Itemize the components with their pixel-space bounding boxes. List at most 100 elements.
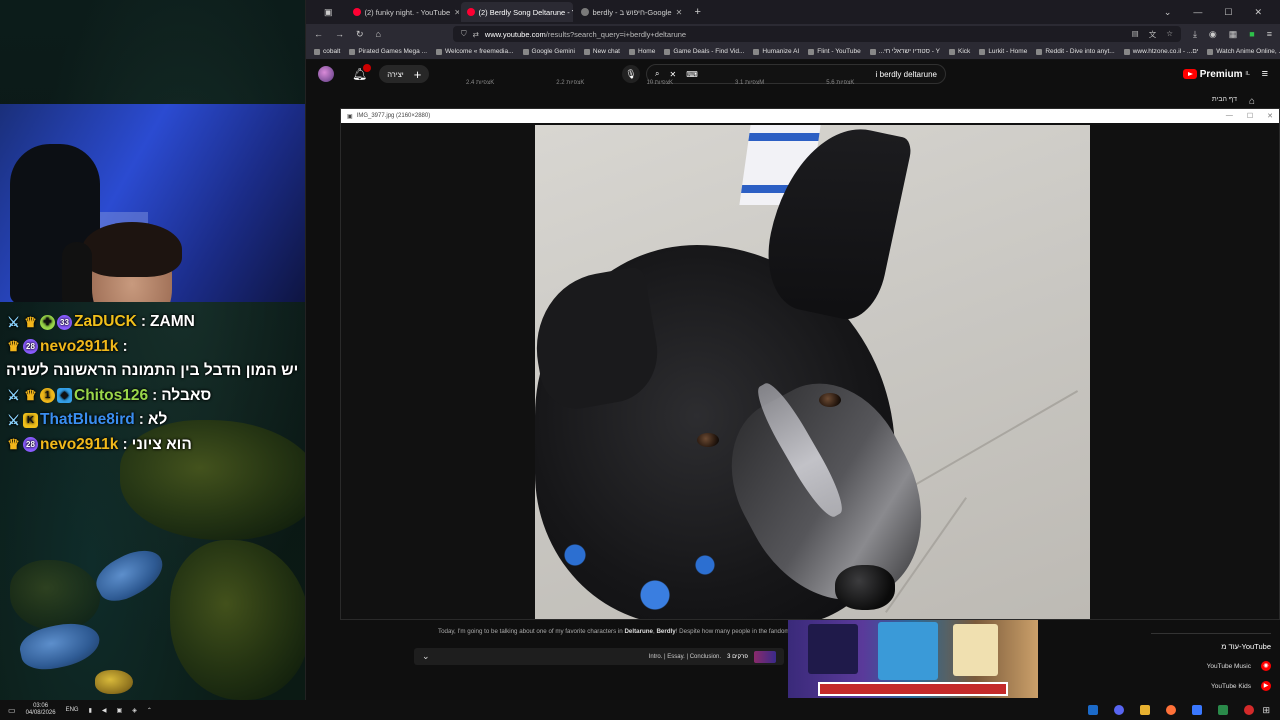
tab-list-icon[interactable]: ▣: [324, 7, 333, 18]
more-from-youtube: עוד מ-YouTube YouTube Music ◉ YouTube Ki…: [1151, 633, 1271, 691]
bookmark-item[interactable]: New chat: [583, 48, 620, 55]
character-sprite: [878, 622, 938, 680]
create-button[interactable]: יצירה +: [379, 65, 430, 83]
tab-label: berdly - חיפוש ב-Google: [592, 7, 672, 17]
video-views-strip: צפיות 2.4K צפיות 2.2K צפיות 10K צפיות 3.1M צ…: [466, 80, 854, 86]
chat-message: ⚔ ♛ 1 ◆ Chitos126: סאבלה: [6, 384, 304, 409]
chevron-down-icon[interactable]: ⌄: [1164, 7, 1172, 18]
obs-icon[interactable]: [1244, 705, 1254, 715]
tab-berdly-google[interactable]: berdly - חיפוש ב-Google ✕: [575, 2, 687, 22]
menu-icon[interactable]: ≡: [1267, 29, 1272, 39]
extension-icon[interactable]: ■: [1249, 29, 1254, 39]
bookmark-item[interactable]: Welcome « freemedia...: [436, 48, 514, 55]
close-window-button[interactable]: ✕: [1254, 7, 1262, 18]
extension-icon[interactable]: ◉: [1209, 29, 1217, 40]
video-views: צפיות 5.6K: [826, 80, 855, 86]
bookmark-label: Reddit - Dive into anyt...: [1045, 48, 1115, 55]
bookmark-item[interactable]: Home: [629, 48, 655, 55]
gift-badge-icon: 1: [40, 388, 55, 404]
service-youtube-kids[interactable]: YouTube Kids ▶: [1151, 681, 1271, 691]
discord-icon[interactable]: [1114, 705, 1124, 715]
create-label: יצירה: [387, 69, 404, 79]
bookmark-item[interactable]: Google Gemini: [522, 48, 575, 55]
bookmark-item[interactable]: Reddit - Dive into anyt...: [1036, 48, 1115, 55]
keyboard-icon[interactable]: ⌨: [686, 70, 698, 79]
sword-badge-icon: ⚔: [7, 387, 20, 404]
app-icon[interactable]: [1218, 705, 1228, 715]
webcam: [0, 104, 307, 302]
clear-search-icon[interactable]: ✕: [669, 70, 676, 79]
chat-username[interactable]: nevo2911k: [40, 335, 118, 360]
description-character: Berdly: [656, 628, 676, 635]
chat-username[interactable]: ZaDUCK: [74, 310, 137, 335]
chapters-panel[interactable]: ⌄ Intro. | Essay. | Conclusion. 3 פרקים: [414, 648, 784, 665]
forward-icon[interactable]: →: [335, 29, 344, 39]
bookmark-label: Google Gemini: [531, 48, 575, 55]
download-icon[interactable]: ⤓: [1193, 29, 1197, 40]
clock[interactable]: 03:06 04/08/2026: [26, 703, 56, 717]
firefox-icon[interactable]: [1166, 705, 1176, 715]
windows-start-icon[interactable]: ⊞: [1262, 705, 1270, 716]
close-window-button[interactable]: ✕: [1267, 112, 1273, 120]
minimize-button[interactable]: —: [1193, 7, 1202, 18]
minimize-button[interactable]: —: [1226, 112, 1233, 120]
file-explorer-icon[interactable]: [1140, 705, 1150, 715]
bookmark-item[interactable]: www.htzone.co.il - ...ים: [1123, 48, 1198, 55]
tab-funky-night[interactable]: (2) funky night. - YouTube ✕: [347, 2, 459, 22]
bookmark-item[interactable]: cobalt: [314, 48, 340, 55]
chat-username[interactable]: ThatBlue8ird: [40, 408, 135, 433]
chat-username[interactable]: nevo2911k: [40, 433, 118, 458]
bookmark-item[interactable]: Game Deals - Find Vid...: [664, 48, 744, 55]
chat-separator: :: [152, 386, 158, 404]
reload-icon[interactable]: ↻: [356, 29, 364, 40]
video-thumbnail[interactable]: [788, 618, 1038, 698]
close-icon[interactable]: ✕: [454, 8, 458, 17]
tab-berdly-song[interactable]: (2) Berdly Song Deltarune - YouT ✕: [460, 2, 573, 22]
system-tray-icon[interactable]: ◈: [132, 707, 137, 714]
steam-icon[interactable]: [1088, 705, 1098, 715]
system-tray-icon[interactable]: ▣: [117, 707, 123, 714]
service-youtube-music[interactable]: YouTube Music ◉: [1151, 661, 1271, 671]
new-tab-button[interactable]: +: [695, 6, 701, 18]
bookmark-item[interactable]: Flint - YouTube: [808, 48, 861, 55]
bookmark-item[interactable]: ...סטודיו ישראלי חי - Y: [869, 48, 940, 55]
bookmark-item[interactable]: Pirated Games Mega ...: [349, 48, 427, 55]
search-input[interactable]: i berdly deltarune: [876, 70, 937, 79]
chevron-up-icon[interactable]: ⌃: [147, 707, 152, 714]
translate-icon[interactable]: 文: [1149, 29, 1157, 40]
wifi-icon[interactable]: ▮: [89, 707, 92, 714]
notifications-bell-icon[interactable]: 🔔︎: [352, 64, 372, 81]
reader-icon[interactable]: ▤: [1132, 29, 1139, 40]
volume-icon[interactable]: ◀: [102, 707, 107, 714]
bookmark-favicon-icon: [629, 48, 635, 55]
bookmark-label: Pirated Games Mega ...: [358, 48, 427, 55]
notification-icon[interactable]: ▭: [8, 706, 16, 715]
url-bar[interactable]: ⛉ ⇄ www.youtube.com/results?search_query…: [452, 26, 1181, 42]
chapters-summary: Intro. | Essay. | Conclusion.: [648, 653, 722, 660]
search-icon[interactable]: ⌕: [655, 69, 659, 79]
bookmark-item[interactable]: Kick: [949, 48, 970, 55]
bookmark-label: New chat: [592, 48, 620, 55]
youtube-premium-logo[interactable]: Premium IL: [1182, 69, 1250, 80]
back-icon[interactable]: ←: [314, 29, 323, 39]
maximize-button[interactable]: ☐: [1224, 7, 1232, 18]
app-icon[interactable]: [1192, 705, 1202, 715]
hamburger-menu-icon[interactable]: ≡: [1262, 68, 1268, 80]
bookmark-item[interactable]: Lurkit - Home: [979, 48, 1027, 55]
bookmark-item[interactable]: Humanize AI: [753, 48, 799, 55]
bookmark-item[interactable]: Watch Anime Online, ...: [1207, 48, 1280, 55]
extension-icon[interactable]: ▦: [1229, 29, 1238, 40]
bookmark-favicon-icon: [949, 48, 956, 55]
home-icon[interactable]: ⌂: [376, 29, 381, 39]
chat-username[interactable]: Chitos126: [74, 384, 148, 409]
close-icon[interactable]: ✕: [676, 8, 683, 17]
home-label[interactable]: דף הבית: [1212, 96, 1237, 107]
chevron-down-icon[interactable]: ⌄: [422, 651, 430, 662]
home-icon[interactable]: ⌂: [1249, 96, 1255, 107]
chapter-thumbnail: [754, 650, 776, 663]
maximize-button[interactable]: ☐: [1247, 112, 1253, 120]
bookmark-favicon-icon: [869, 48, 876, 55]
language-indicator[interactable]: ENG: [66, 707, 79, 713]
star-icon[interactable]: ☆: [1166, 29, 1173, 40]
avatar[interactable]: [318, 66, 334, 82]
